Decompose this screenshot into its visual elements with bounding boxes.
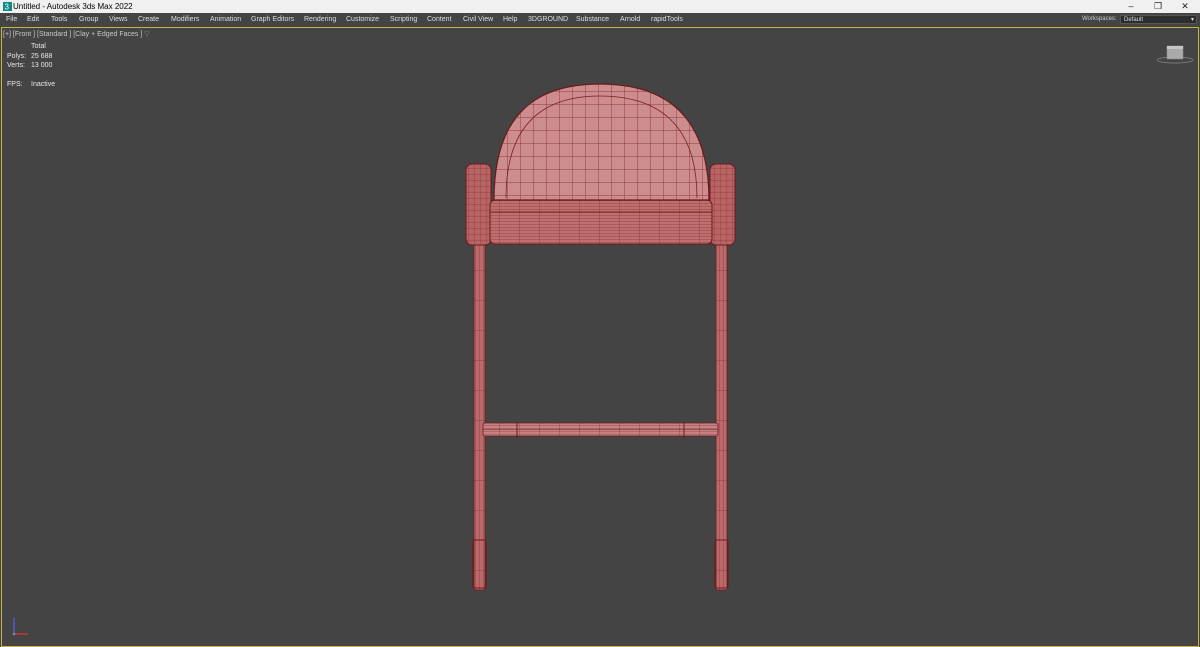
seat-cushion[interactable]: [489, 199, 713, 245]
bar-stool-model[interactable]: [0, 0, 1200, 647]
right-armrest[interactable]: [709, 163, 736, 246]
footrest-bar[interactable]: [482, 422, 719, 438]
left-armrest[interactable]: [465, 163, 492, 246]
backrest[interactable]: [493, 83, 710, 201]
right-leg[interactable]: [714, 243, 729, 591]
left-leg[interactable]: [472, 243, 487, 591]
